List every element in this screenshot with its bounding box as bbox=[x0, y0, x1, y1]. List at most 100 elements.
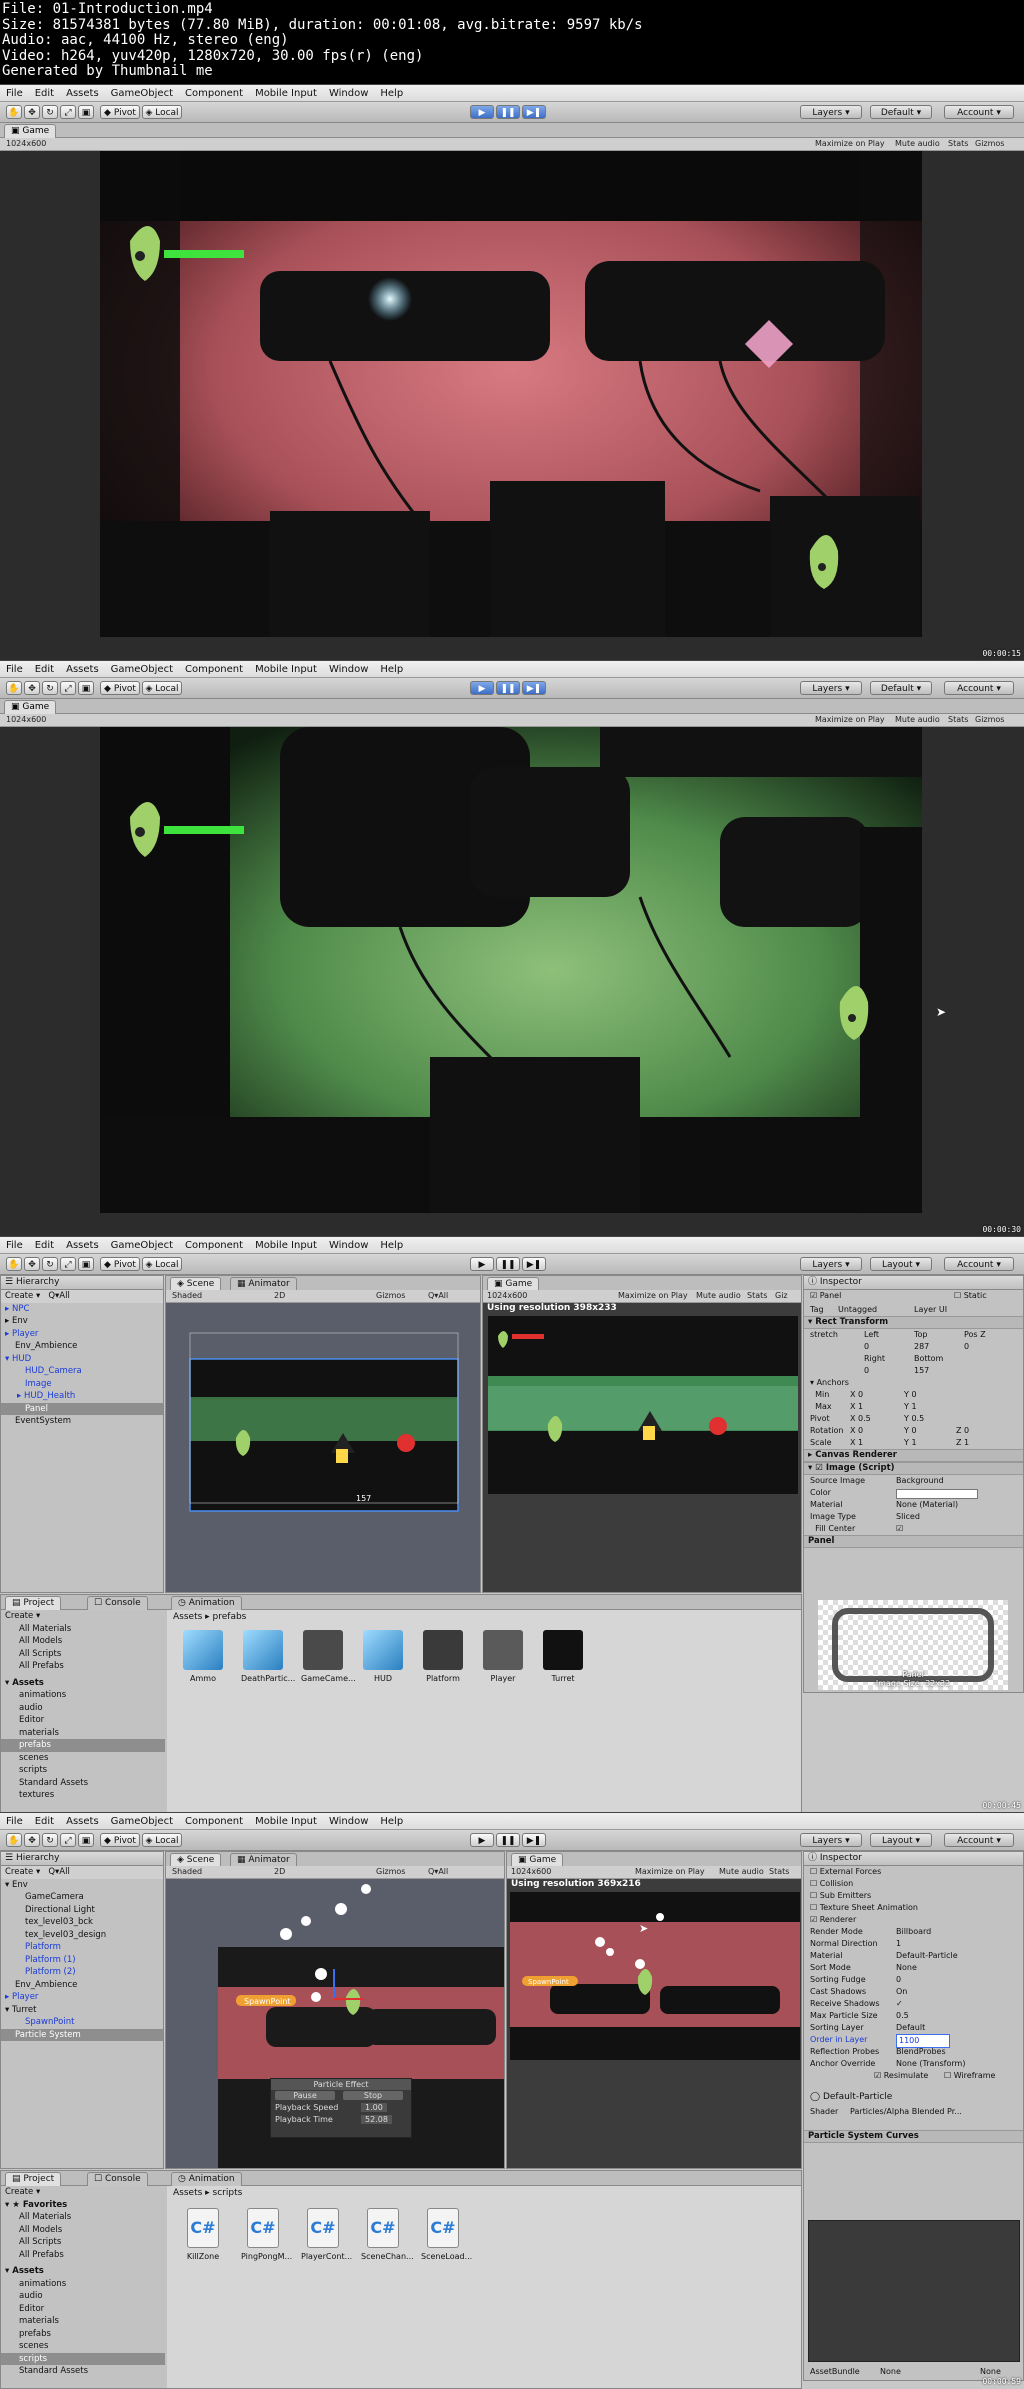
asset-item[interactable]: Ammo bbox=[181, 1630, 225, 1683]
create-dropdown[interactable]: Create ▾ bbox=[1, 2186, 165, 2199]
color-swatch[interactable] bbox=[896, 1489, 978, 1499]
scale-tool-icon[interactable]: ⤢ bbox=[60, 681, 76, 695]
source-image-field[interactable]: Background bbox=[896, 1475, 944, 1487]
menu-component[interactable]: Component bbox=[179, 1240, 249, 1251]
menu-edit[interactable]: Edit bbox=[29, 88, 60, 99]
cast-shadows-dropdown[interactable]: On bbox=[896, 1986, 907, 1998]
particle-curves-graph[interactable] bbox=[808, 2220, 1020, 2362]
favorite-item[interactable]: All Materials bbox=[1, 2211, 165, 2224]
rect-transform-header[interactable]: ▾ Rect Transform bbox=[804, 1316, 1023, 1329]
game-view[interactable]: ➤ 00:00:30 bbox=[0, 727, 1024, 1237]
module-row[interactable]: ☑ Renderer bbox=[804, 1914, 1023, 1926]
hierarchy-item[interactable]: Platform (2) bbox=[1, 1966, 163, 1979]
menu-mobile-input[interactable]: Mobile Input bbox=[249, 88, 323, 99]
hierarchy-item[interactable]: GameCamera bbox=[1, 1891, 163, 1904]
resolution-dropdown[interactable]: 1024x600 bbox=[487, 1290, 527, 1302]
asset-item[interactable]: Turret bbox=[541, 1630, 585, 1683]
folder-item[interactable]: scripts bbox=[1, 1764, 165, 1777]
folder-item[interactable]: Standard Assets bbox=[1, 1777, 165, 1790]
folder-item[interactable]: Editor bbox=[1, 2303, 165, 2316]
canvas-renderer-header[interactable]: ▸ Canvas Renderer bbox=[804, 1449, 1023, 1462]
menu-component[interactable]: Component bbox=[179, 88, 249, 99]
asset-item[interactable]: DeathPartic... bbox=[241, 1630, 295, 1683]
create-dropdown[interactable]: Create bbox=[5, 1291, 33, 1301]
favorite-item[interactable]: All Scripts bbox=[1, 1648, 165, 1661]
inspector-tab[interactable]: ⓘ Inspector bbox=[804, 1276, 1023, 1290]
resimulate-checkbox[interactable]: ☑ Resimulate bbox=[874, 2070, 928, 2082]
tab-scene[interactable]: ◈ Scene bbox=[170, 1853, 222, 1867]
mute-audio-toggle[interactable]: Mute audio bbox=[895, 138, 940, 150]
2d-toggle[interactable]: 2D bbox=[274, 1290, 285, 1302]
menu-file[interactable]: File bbox=[0, 1816, 29, 1827]
create-dropdown[interactable]: Create bbox=[5, 1867, 33, 1877]
2d-toggle[interactable]: 2D bbox=[274, 1866, 285, 1878]
pause-button[interactable]: ❚❚ bbox=[496, 105, 520, 119]
play-button[interactable]: ▶ bbox=[470, 1833, 494, 1847]
gizmos-dropdown[interactable]: Gizmos bbox=[975, 714, 1004, 726]
layers-dropdown[interactable]: Layers ▾ bbox=[800, 1833, 862, 1847]
assets-root[interactable]: ▾ Assets bbox=[1, 1677, 165, 1690]
rect-tool-icon[interactable]: ▣ bbox=[78, 105, 94, 119]
game-view[interactable]: 00:00:15 bbox=[0, 151, 1024, 661]
account-dropdown[interactable]: Account ▾ bbox=[944, 1833, 1014, 1847]
rect-tool-icon[interactable]: ▣ bbox=[78, 1833, 94, 1847]
tab-animation[interactable]: ◷ Animation bbox=[171, 1596, 242, 1610]
hierarchy-item[interactable]: ▸ NPC bbox=[1, 1303, 163, 1316]
local-toggle[interactable]: ◈ Local bbox=[142, 681, 182, 695]
hierarchy-item[interactable]: ▾ HUD bbox=[1, 1353, 163, 1366]
max-particle-size-field[interactable]: 0.5 bbox=[896, 2010, 909, 2022]
local-toggle[interactable]: ◈ Local bbox=[142, 1833, 182, 1847]
move-tool-icon[interactable]: ✥ bbox=[24, 1257, 40, 1271]
pause-button[interactable]: ❚❚ bbox=[496, 681, 520, 695]
asset-bundle-dropdown[interactable]: None bbox=[880, 2366, 901, 2378]
menu-gameobject[interactable]: GameObject bbox=[105, 1816, 179, 1827]
favorites-root[interactable]: ▾ ★ Favorites bbox=[1, 2199, 165, 2212]
anchor-override-field[interactable]: None (Transform) bbox=[896, 2058, 965, 2070]
tab-project[interactable]: ▤ Project bbox=[5, 1596, 62, 1610]
local-toggle[interactable]: ◈ Local bbox=[142, 105, 182, 119]
bottom-field[interactable]: 157 bbox=[914, 1365, 929, 1377]
tab-animator[interactable]: ▦ Animator bbox=[230, 1277, 297, 1291]
tab-project[interactable]: ▤ Project bbox=[5, 2172, 62, 2186]
shading-dropdown[interactable]: Shaded bbox=[172, 1866, 202, 1878]
favorite-item[interactable]: All Prefabs bbox=[1, 2249, 165, 2262]
hierarchy-item[interactable]: HUD_Camera bbox=[1, 1365, 163, 1378]
hand-tool-icon[interactable]: ✋ bbox=[6, 1257, 22, 1271]
hierarchy-item[interactable]: ▸ HUD_Health bbox=[1, 1390, 163, 1403]
menu-edit[interactable]: Edit bbox=[29, 664, 60, 675]
pivot-toggle[interactable]: ◆ Pivot bbox=[100, 105, 140, 119]
tab-game[interactable]: ▣ Game bbox=[511, 1853, 564, 1867]
pos-z-field[interactable]: 0 bbox=[964, 1341, 969, 1353]
gizmos-dropdown[interactable]: Gizmos bbox=[376, 1290, 405, 1302]
tab-game[interactable]: ▣ Game bbox=[487, 1277, 540, 1291]
step-button[interactable]: ▶❚ bbox=[522, 1257, 546, 1271]
module-row[interactable]: ☐ Sub Emitters bbox=[804, 1890, 1023, 1902]
module-row[interactable]: ☐ Texture Sheet Animation bbox=[804, 1902, 1023, 1914]
hand-tool-icon[interactable]: ✋ bbox=[6, 681, 22, 695]
layout-dropdown[interactable]: Layout ▾ bbox=[870, 1833, 932, 1847]
folder-item[interactable]: animations bbox=[1, 1689, 165, 1702]
shader-dropdown[interactable]: Particles/Alpha Blended Pr... bbox=[850, 2106, 962, 2118]
menu-help[interactable]: Help bbox=[374, 1816, 409, 1827]
left-field[interactable]: 0 bbox=[864, 1341, 869, 1353]
sorting-layer-dropdown[interactable]: Default bbox=[896, 2022, 925, 2034]
tab-animation[interactable]: ◷ Animation bbox=[171, 2172, 242, 2186]
render-mode-dropdown[interactable]: Billboard bbox=[896, 1926, 931, 1938]
sorting-fudge-field[interactable]: 0 bbox=[896, 1974, 901, 1986]
hierarchy-item[interactable]: tex_level03_bck bbox=[1, 1916, 163, 1929]
hierarchy-item-selected[interactable]: Particle System bbox=[1, 2028, 163, 2041]
maximize-on-play-toggle[interactable]: Maximize on Play bbox=[635, 1866, 705, 1878]
menu-assets[interactable]: Assets bbox=[60, 88, 105, 99]
scale-tool-icon[interactable]: ⤢ bbox=[60, 1257, 76, 1271]
rect-tool-icon[interactable]: ▣ bbox=[78, 1257, 94, 1271]
hierarchy-item[interactable]: ▾ Turret bbox=[1, 2004, 163, 2017]
layers-dropdown[interactable]: Layers ▾ bbox=[800, 681, 862, 695]
menu-window[interactable]: Window bbox=[323, 664, 374, 675]
pivot-toggle[interactable]: ◆ Pivot bbox=[100, 1833, 140, 1847]
layout-dropdown[interactable]: Layout ▾ bbox=[870, 1257, 932, 1271]
stats-toggle[interactable]: Stats bbox=[747, 1290, 767, 1302]
folder-item[interactable]: scenes bbox=[1, 2340, 165, 2353]
image-script-header[interactable]: ▾ ☑ Image (Script) bbox=[804, 1462, 1023, 1475]
asset-item[interactable]: C# PlayerCont... bbox=[301, 2208, 352, 2261]
module-row[interactable]: ☐ External Forces bbox=[804, 1866, 1023, 1878]
